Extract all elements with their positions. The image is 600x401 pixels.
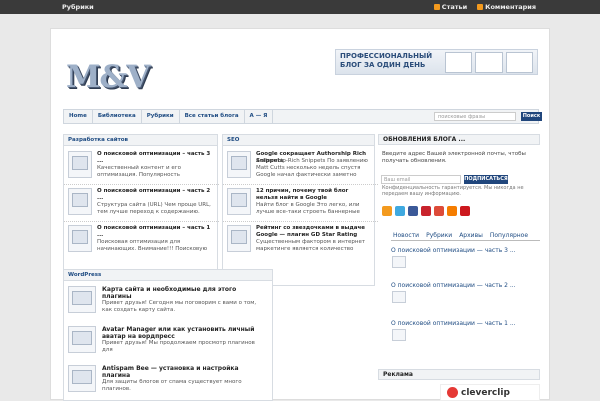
sidebar-post-title[interactable]: О поисковой оптимизации — часть 1 ... [391, 320, 541, 328]
social-icon-google[interactable] [434, 206, 444, 216]
ad-banner[interactable]: cleverclip [440, 384, 540, 401]
social-icon-twitter[interactable] [395, 206, 405, 216]
social-icon-pinterest[interactable] [421, 206, 431, 216]
post-thumbnail[interactable] [68, 151, 92, 178]
nav-library[interactable]: Библиотека [93, 110, 142, 123]
section-wordpress: WordPress Карта сайта и необходимые для … [63, 269, 273, 401]
email-field[interactable]: Ваш email [381, 175, 461, 184]
banner-screenshots [445, 52, 533, 73]
social-icon-blogger[interactable] [447, 206, 457, 216]
post-thumbnail[interactable] [68, 188, 92, 215]
post-thumbnail[interactable] [227, 188, 251, 215]
nav-a-z[interactable]: А — Я [245, 110, 274, 123]
search-input[interactable]: поисковые фразы [434, 112, 516, 121]
post-excerpt: Структура сайта (URL) Чем проще URL, тем… [97, 202, 211, 215]
post-title[interactable]: О поисковой оптимизации – часть 1 ... [97, 225, 215, 239]
topbar-rubrics[interactable]: Рубрики [62, 3, 94, 11]
subscribe-button[interactable]: ПОДПИСАТЬСЯ [464, 175, 508, 184]
topbar-comments-link[interactable]: Комментария [477, 3, 536, 11]
sidebar-updates-title: ОБНОВЛЕНИЯ БЛОГА ... [378, 134, 540, 145]
post-title[interactable]: Карта сайта и необходимые для этого плаг… [102, 286, 262, 300]
section-wordpress-title[interactable]: WordPress [64, 270, 272, 281]
social-icon-rss[interactable] [382, 206, 392, 216]
topbar-articles-link[interactable]: Статьи [433, 3, 468, 11]
section-dev-title[interactable]: Разработка сайтов [64, 135, 217, 146]
social-icon-youtube[interactable] [460, 206, 470, 216]
topbar-comments-label: Комментария [485, 3, 536, 11]
post-thumbnail[interactable] [68, 286, 96, 313]
search-button[interactable]: Поиск [521, 112, 542, 121]
post-excerpt: Привет друзья! Сегодня мы поговорим с ва… [102, 300, 257, 313]
topbar-articles-label: Статьи [441, 3, 468, 11]
post-title[interactable]: Avatar Manager или как установить личный… [102, 326, 262, 340]
nav-home[interactable]: Home [64, 110, 93, 123]
post-thumbnail[interactable] [392, 329, 406, 341]
cleverclip-logo-icon [447, 387, 458, 398]
post-thumbnail[interactable] [68, 225, 92, 252]
post-title[interactable]: 12 причин, почему твой блог нельзя найти… [256, 188, 372, 202]
sidebar-post-title[interactable]: О поисковой оптимизации — часть 3 ... [391, 247, 541, 255]
section-seo: SEO Google сокращает Authorship Rich Sni… [222, 134, 378, 286]
nav-rubrics[interactable]: Рубрики [142, 110, 180, 123]
banner-line-1: ПРОФЕССИОНАЛЬНЫЙ [340, 52, 433, 60]
banner-line-2: БЛОГ ЗА ОДИН ДЕНЬ [340, 61, 426, 69]
post-thumbnail[interactable] [227, 151, 251, 178]
ad-text: cleverclip [461, 388, 510, 398]
post-thumbnail[interactable] [392, 291, 406, 303]
tab-popular[interactable]: Популярное [488, 231, 530, 240]
sidebar-tabs: Новости Рубрики Архивы Популярное [391, 231, 540, 241]
post-title[interactable]: О поисковой оптимизации – часть 2 ... [97, 188, 215, 202]
nav-all-articles[interactable]: Все статьи блога [180, 110, 245, 123]
tab-rubrics[interactable]: Рубрики [424, 231, 454, 240]
post-thumbnail[interactable] [227, 225, 251, 252]
post-title[interactable]: Antispam Bee — установка и настройка пла… [102, 365, 262, 379]
social-icon-facebook[interactable] [408, 206, 418, 216]
post-excerpt: Authorship-Rich Snippets По заявлению Ma… [256, 158, 368, 178]
privacy-note: Конфиденциальность гарантируется. Мы ник… [382, 185, 524, 197]
post-excerpt: Для защиты блогов от спама существует мн… [102, 379, 242, 392]
post-excerpt: Поисковая оптимизация для начинающих. Вн… [97, 239, 208, 252]
site-logo[interactable]: M&V [66, 59, 150, 95]
post-excerpt: Найти блог в Google Это легко, или лучше… [256, 202, 360, 215]
tab-archives[interactable]: Архивы [457, 231, 485, 240]
post-excerpt: Качественный контент и его оптимизация. … [97, 165, 181, 178]
sidebar-updates-text: Введите адрес Вашей электронной почты, ч… [382, 151, 526, 164]
rss-icon [477, 4, 484, 10]
rss-icon [433, 4, 440, 10]
tab-news[interactable]: Новости [391, 231, 422, 240]
top-bar: Рубрики Статьи Комментария [0, 0, 600, 14]
post-thumbnail[interactable] [68, 365, 96, 392]
post-title[interactable]: О поисковой оптимизации – часть 3 ... [97, 151, 215, 165]
post-thumbnail[interactable] [392, 256, 406, 268]
sidebar-post-title[interactable]: О поисковой оптимизации — часть 2 ... [391, 282, 541, 290]
section-seo-title[interactable]: SEO [223, 135, 374, 146]
post-excerpt: Привет друзья! Мы продолжаем просмотр пл… [102, 340, 255, 353]
post-title[interactable]: Рейтинг со звездочками в выдаче Google —… [256, 225, 372, 239]
page-container: M&V ПРОФЕССИОНАЛЬНЫЙ БЛОГ ЗА ОДИН ДЕНЬ H… [50, 28, 550, 401]
post-thumbnail[interactable] [68, 326, 96, 353]
header-banner[interactable]: ПРОФЕССИОНАЛЬНЫЙ БЛОГ ЗА ОДИН ДЕНЬ [335, 49, 538, 75]
main-nav: Home Библиотека Рубрики Все статьи блога… [63, 109, 542, 124]
post-excerpt: Существенным фактором в интернет маркети… [256, 239, 366, 252]
section-dev: Разработка сайтов О поисковой оптимизаци… [63, 134, 219, 286]
sidebar-ads-title: Реклама [378, 369, 540, 380]
